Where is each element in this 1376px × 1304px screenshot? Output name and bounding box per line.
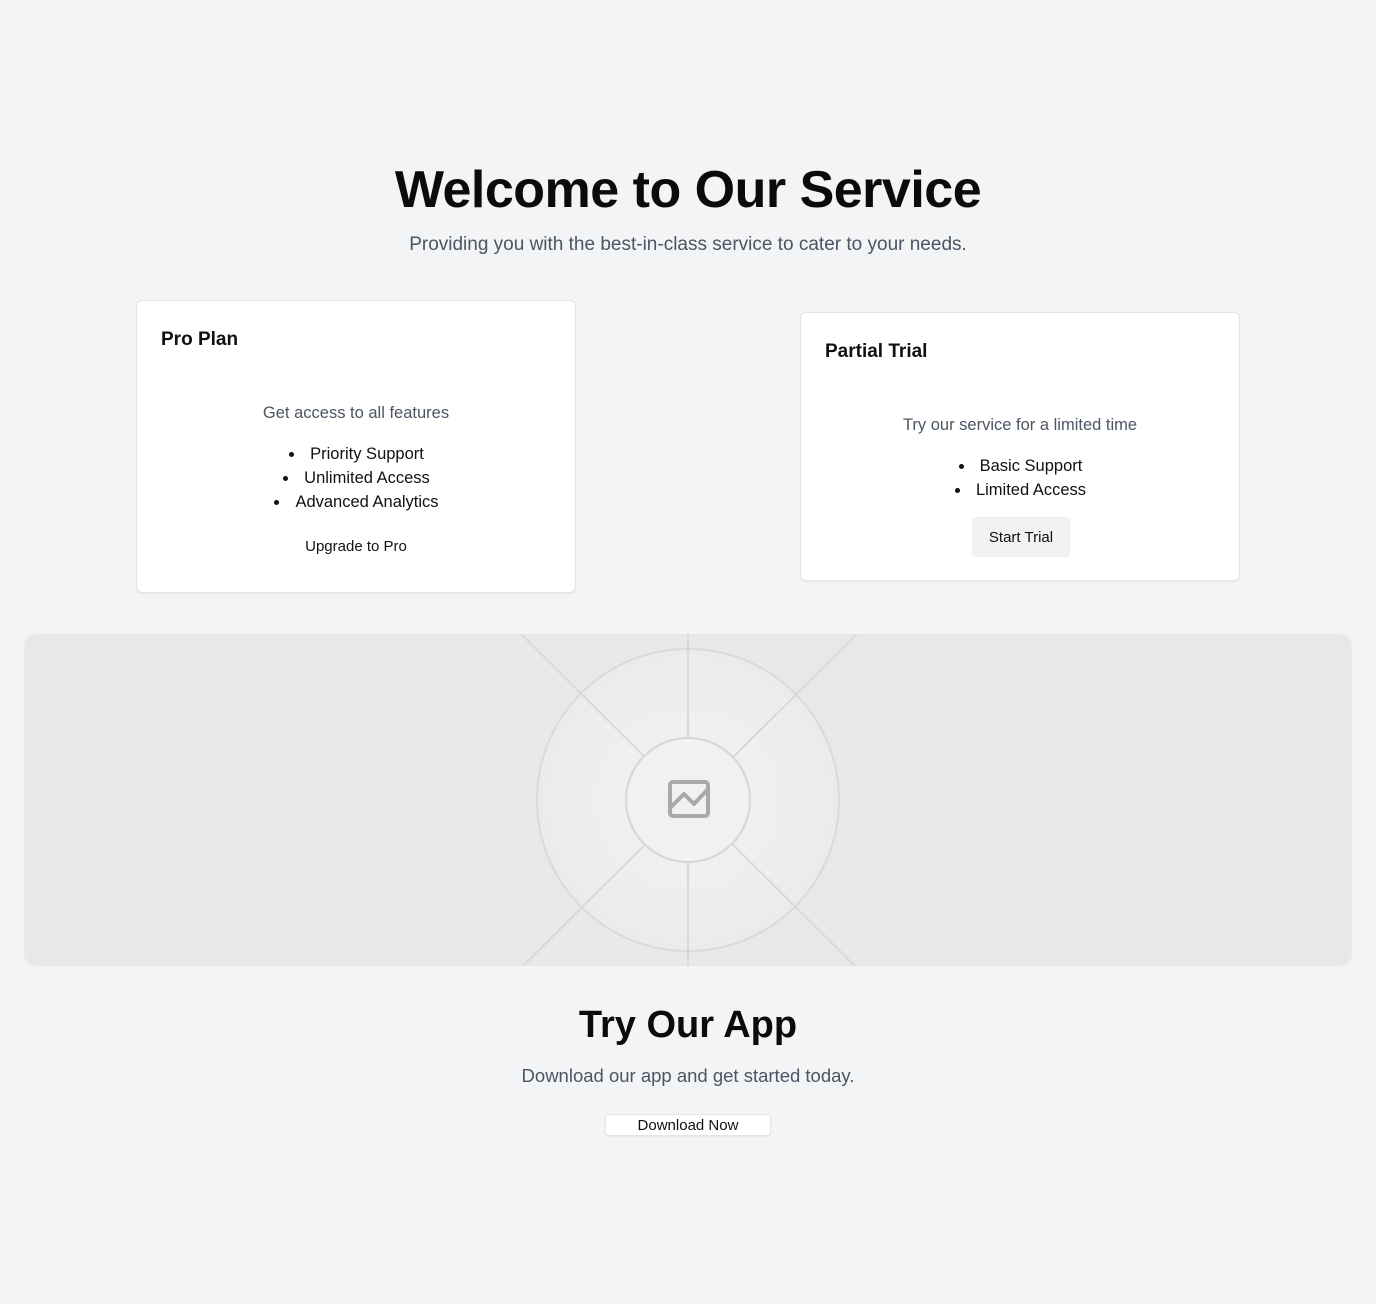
- pro-plan-card: Pro Plan Get access to all features Prio…: [136, 300, 576, 593]
- hero-title: Welcome to Our Service: [394, 161, 982, 219]
- pro-plan-description: Get access to all features: [262, 404, 450, 422]
- feature-item: Priority Support: [288, 442, 424, 466]
- feature-item: Limited Access: [954, 478, 1086, 502]
- hero-subtitle: Providing you with the best-in-class ser…: [409, 234, 967, 255]
- upgrade-to-pro-button[interactable]: Upgrade to Pro: [137, 538, 575, 555]
- partial-trial-features: Basic Support Limited Access: [801, 454, 1239, 502]
- pro-plan-title: Pro Plan: [161, 329, 239, 350]
- feature-item: Unlimited Access: [282, 466, 430, 490]
- app-section-subtitle: Download our app and get started today.: [521, 1065, 855, 1086]
- pro-plan-features: Priority Support Unlimited Access Advanc…: [137, 442, 575, 514]
- start-trial-button[interactable]: Start Trial: [972, 517, 1070, 557]
- partial-trial-title: Partial Trial: [825, 341, 928, 362]
- partial-trial-description: Try our service for a limited time: [902, 416, 1138, 434]
- feature-item: Advanced Analytics: [273, 490, 439, 514]
- download-now-button[interactable]: Download Now: [605, 1114, 771, 1136]
- partial-trial-card: Partial Trial Try our service for a limi…: [800, 312, 1240, 581]
- feature-item: Basic Support: [958, 454, 1082, 478]
- placeholder-graphic: [474, 634, 902, 966]
- image-placeholder: [24, 634, 1352, 966]
- app-section-title: Try Our App: [578, 1004, 798, 1046]
